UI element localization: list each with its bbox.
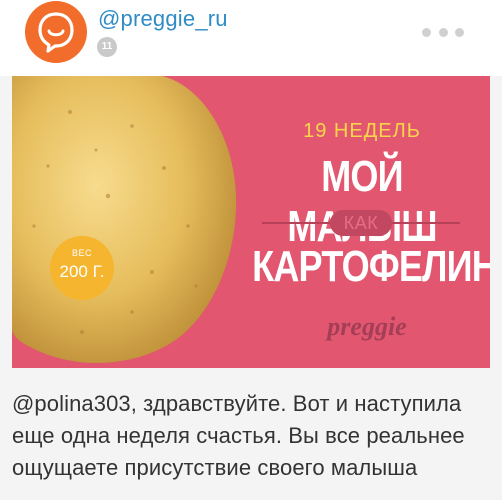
count-badge: 11: [97, 37, 117, 57]
headline-line-1: МОЙ МАЛЫШ: [287, 152, 437, 251]
connector-pill: КАК: [330, 210, 392, 236]
dot: [455, 27, 464, 37]
weeks-label: 19 НЕДЕЛЬ: [303, 120, 421, 142]
username-link[interactable]: @preggie_ru: [98, 6, 228, 32]
dot: [438, 27, 448, 37]
avatar[interactable]: [25, 1, 87, 63]
post-image[interactable]: ВЕС 200 Г. 19 НЕДЕЛЬ МОЙ МАЛЫШ КАК КАРТО…: [12, 76, 490, 368]
headline-line-2: КАРТОФЕЛИНА: [252, 242, 490, 291]
dot: [422, 27, 431, 37]
chat-bubble-logo-icon: [38, 12, 74, 53]
post-header: @preggie_ru 11: [0, 0, 502, 76]
weight-badge: ВЕС 200 Г.: [50, 236, 114, 300]
brand-logo: preggie: [327, 312, 407, 341]
weight-label: ВЕС: [71, 248, 92, 258]
weight-value: 200 Г.: [59, 262, 105, 281]
more-dots-icon[interactable]: [422, 26, 464, 38]
post-caption: @polina303, здравствуйте. Вот и наступил…: [12, 391, 465, 480]
